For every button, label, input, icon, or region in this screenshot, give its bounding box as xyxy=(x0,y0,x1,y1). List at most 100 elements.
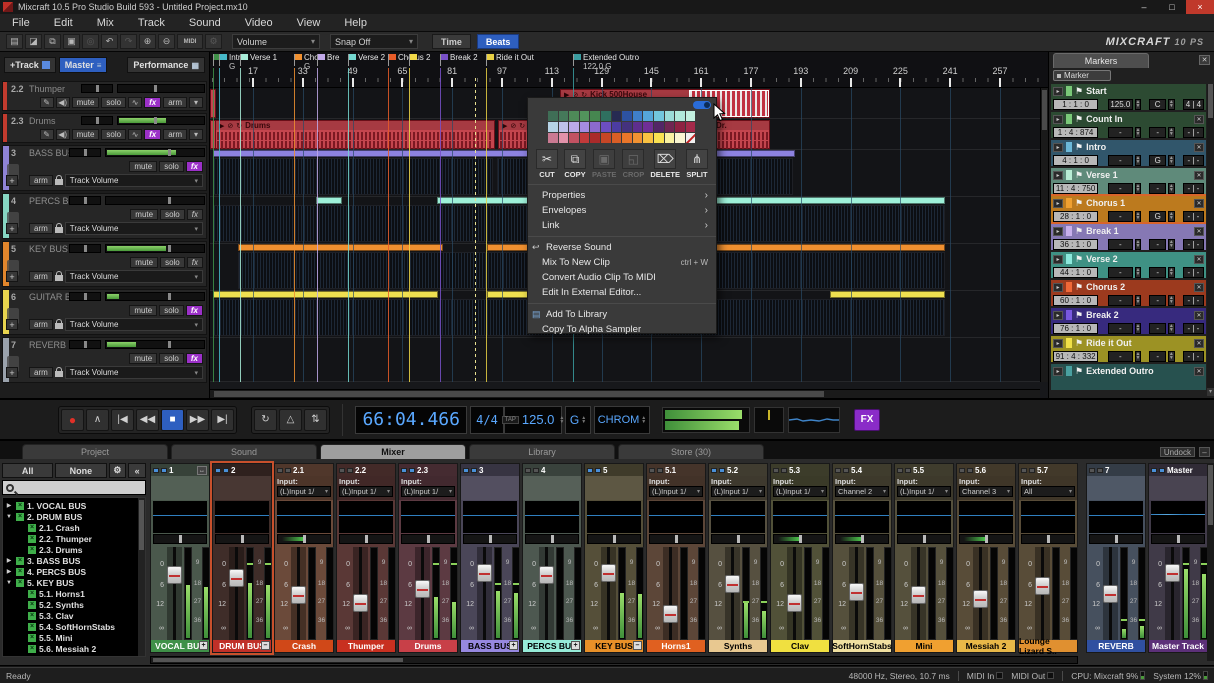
eq-display[interactable] xyxy=(401,501,455,533)
checkbox-checked-icon[interactable]: × xyxy=(28,546,36,554)
tempo-spinner[interactable]: ▲▼ xyxy=(1135,295,1142,306)
pan-slider[interactable] xyxy=(153,534,207,544)
color-swatch[interactable] xyxy=(654,133,664,143)
mixer-settings-gear-icon[interactable]: ⚙ xyxy=(109,463,127,478)
marker-key-field[interactable]: - xyxy=(1149,183,1165,194)
pan-thumb[interactable] xyxy=(84,245,87,252)
undock-button[interactable]: Undock xyxy=(1160,447,1195,457)
eq-display[interactable] xyxy=(897,501,951,533)
pan-handle[interactable] xyxy=(179,535,182,543)
channel-strip-lounge-lizard-s[interactable]: 5.7Input:All▾0612∞9182736Lounge Lizard S… xyxy=(1018,463,1078,653)
channel-name-label[interactable]: Thumper xyxy=(337,640,395,652)
percs-section-bar[interactable] xyxy=(316,197,342,204)
pan-handle[interactable] xyxy=(923,535,926,543)
collapse-sidebar-icon[interactable]: « xyxy=(128,463,146,478)
color-swatch[interactable] xyxy=(665,111,675,121)
channel-strip-softhornstabs[interactable]: 5.4Input:Channel 2▾0612∞9182736SoftHornS… xyxy=(832,463,892,653)
sidebar-item-2-3-drums[interactable]: ×2.3. Drums xyxy=(5,544,145,555)
pan-handle[interactable] xyxy=(799,535,802,543)
key-section-bar[interactable] xyxy=(712,244,945,251)
menu-item-mix-to-new-clip[interactable]: Mix To New Clipctrl + W xyxy=(528,255,716,270)
fader-track[interactable] xyxy=(849,547,864,640)
checkbox-checked-icon[interactable]: × xyxy=(28,601,36,609)
channel-strip-thumper[interactable]: 2.2Input:(L)Input 1/▾0612∞9182736Thumper xyxy=(336,463,396,653)
color-swatch[interactable] xyxy=(665,122,675,132)
fader-track[interactable] xyxy=(353,547,368,640)
pan-thumb[interactable] xyxy=(84,149,87,156)
color-swatch[interactable] xyxy=(622,133,632,143)
channel-name-label[interactable]: KEY BUS– xyxy=(585,640,643,652)
fast-forward-button[interactable]: ▶▶ xyxy=(186,409,209,431)
zoom-in-icon[interactable]: ⊕ xyxy=(139,34,156,49)
collapse-expand-button[interactable]: + xyxy=(571,641,580,650)
tempo-spinner[interactable]: ▲▼ xyxy=(1135,155,1142,166)
widen-channel-icon[interactable]: ↔ xyxy=(197,466,207,475)
collapse-icon[interactable]: ▼ xyxy=(5,580,13,586)
color-swatch[interactable] xyxy=(675,122,685,132)
scale-display[interactable]: CHROM▲▼ xyxy=(594,406,650,434)
fader-cap[interactable] xyxy=(849,583,864,601)
pan-slider[interactable] xyxy=(773,534,827,544)
pan-handle[interactable] xyxy=(1115,535,1118,543)
pan-handle[interactable] xyxy=(365,535,368,543)
delete-marker-icon[interactable]: ✕ xyxy=(1194,339,1204,348)
lock-icon[interactable] xyxy=(55,323,63,329)
pan-slider[interactable] xyxy=(339,534,393,544)
delete-marker-icon[interactable]: ✕ xyxy=(1194,171,1204,180)
fx-button[interactable]: FX xyxy=(854,409,880,431)
menu-sound[interactable]: Sound xyxy=(189,17,221,29)
track-row-guitar-bus[interactable]: 6GUITAR BUSmutesolofxarmTrack Volume▾+ xyxy=(2,289,207,335)
volume-thumb[interactable] xyxy=(154,117,157,124)
tempo-display[interactable]: TAP125.0▲▼ xyxy=(504,406,562,434)
menu-pin-toggle[interactable] xyxy=(693,101,711,109)
fader-cap[interactable] xyxy=(291,586,306,604)
tempo-spinner[interactable]: ▲▼ xyxy=(1135,323,1142,334)
open-project-icon[interactable]: ◪ xyxy=(25,34,42,49)
volume-slider[interactable] xyxy=(117,116,205,125)
pan-handle[interactable] xyxy=(241,535,244,543)
fx-button[interactable]: fx xyxy=(186,353,203,364)
pan-slider[interactable] xyxy=(711,534,765,544)
fader-track[interactable] xyxy=(229,547,244,640)
arm-button[interactable]: arm xyxy=(29,223,53,234)
zoom-out-icon[interactable]: ⊖ xyxy=(158,34,175,49)
menu-item-copy-to-alpha-sampler[interactable]: Copy To Alpha Sampler xyxy=(528,322,716,337)
color-swatch[interactable] xyxy=(643,133,653,143)
input-select[interactable]: (L)Input 1/▾ xyxy=(711,486,765,497)
expand-marker-icon[interactable]: ▸ xyxy=(1053,227,1063,236)
marker-time-field[interactable]: 11 : 4 : 750 xyxy=(1053,183,1098,194)
fader-track[interactable] xyxy=(477,547,492,640)
solo-button[interactable]: solo xyxy=(160,257,185,268)
fader-cap[interactable] xyxy=(1165,564,1180,582)
fader-cap[interactable] xyxy=(415,580,430,598)
collapse-expand-button[interactable]: + xyxy=(509,641,518,650)
pan-slider[interactable] xyxy=(81,116,113,125)
master-track-button[interactable]: Master≡ xyxy=(59,57,108,73)
lane-reverb[interactable] xyxy=(210,338,1040,382)
fader-cap[interactable] xyxy=(1035,577,1050,595)
marker-time-field[interactable]: 1 : 4 : 874 xyxy=(1053,127,1098,138)
pan-thumb[interactable] xyxy=(84,341,87,348)
tempo-spinner[interactable]: ▲▼ xyxy=(1135,239,1142,250)
checkbox-checked-icon[interactable]: × xyxy=(16,568,24,576)
time-signature-display[interactable]: 4/4 xyxy=(470,406,504,434)
timeline-horizontal-scrollbar[interactable] xyxy=(210,389,1040,398)
marker-color-chip[interactable] xyxy=(1066,170,1072,180)
marker-key-field[interactable]: - xyxy=(1149,295,1165,306)
color-swatch[interactable] xyxy=(675,133,685,143)
marker-key-field[interactable]: - xyxy=(1149,127,1165,138)
channel-strip-clav[interactable]: 5.3Input:(L)Input 1/▾0612∞9182736Clav xyxy=(770,463,830,653)
marker-row-chorus-1[interactable]: ▸⚑Chorus 1✕28 : 1 : 0-▲▼G▲▼- | - xyxy=(1051,196,1206,222)
timeline-vertical-scrollbar[interactable] xyxy=(1040,88,1048,382)
marker-tempo-field[interactable]: - xyxy=(1108,239,1132,250)
checkbox-checked-icon[interactable]: × xyxy=(28,535,36,543)
pan-thumb[interactable] xyxy=(96,117,99,124)
pan-slider[interactable] xyxy=(835,534,889,544)
channel-name-label[interactable]: Mini xyxy=(895,640,953,652)
pan-slider[interactable] xyxy=(587,534,641,544)
fader-track[interactable] xyxy=(415,547,430,640)
eq-display[interactable] xyxy=(153,501,207,533)
fader-track[interactable] xyxy=(1165,547,1180,640)
sidebar-item-5-5-mini[interactable]: ×5.5. Mini xyxy=(5,632,145,643)
drums-clip[interactable]: Dr. xyxy=(712,120,770,149)
